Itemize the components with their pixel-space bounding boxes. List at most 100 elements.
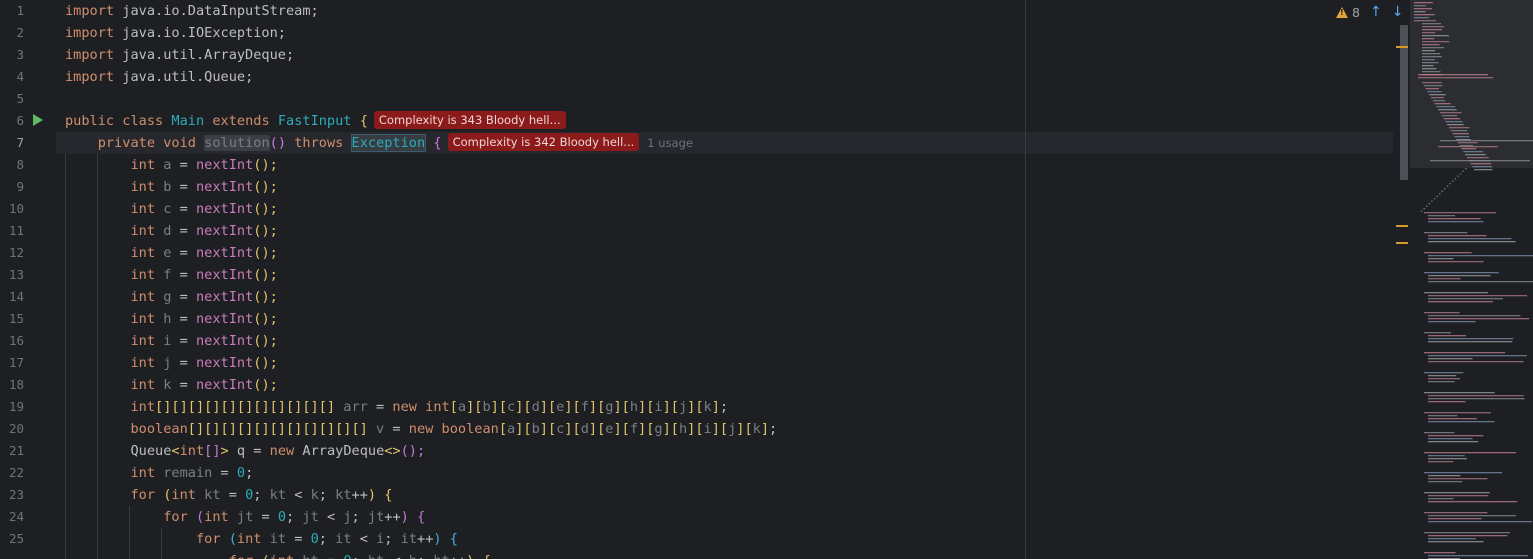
line-number-current: 7 [16, 135, 24, 150]
variable: h [409, 553, 417, 559]
index: d [531, 399, 540, 415]
operator: = [179, 245, 188, 261]
call-suffix: (); [253, 157, 278, 173]
code-area[interactable]: import java.io.DataInputStream; import j… [56, 0, 1393, 559]
type: int [236, 531, 262, 547]
keyword: for [195, 531, 221, 547]
code-line-22: int remain = 0; [56, 462, 1393, 484]
call-suffix: (); [253, 223, 278, 239]
variable: it [335, 531, 352, 547]
warning-stripe[interactable] [1396, 225, 1408, 227]
variable: h [163, 311, 172, 327]
operator: = [376, 399, 385, 415]
variable: q [236, 443, 246, 459]
variable: it [269, 531, 287, 547]
operator: = [179, 201, 188, 217]
inspections-widget[interactable]: 8 ↑ ↓ [1336, 4, 1403, 20]
paren: ) [400, 509, 409, 525]
line-number: 14 [8, 289, 24, 304]
method-call: nextInt [195, 355, 254, 371]
variable: j [343, 509, 352, 525]
keyword: import [65, 69, 115, 85]
operator: < [294, 487, 303, 503]
variable: kt [269, 487, 287, 503]
paren: ) [367, 487, 377, 503]
warning-count: 8 [1352, 4, 1360, 20]
keyword: for [163, 509, 188, 525]
code-line-24: for (int jt = 0; jt < j; jt++) { [56, 506, 1393, 528]
index: h [678, 421, 688, 437]
method-call: nextInt [195, 245, 254, 261]
semicolon: ; [417, 553, 425, 559]
variable: ht [433, 553, 449, 559]
code-line-10: int c = nextInt(); [56, 198, 1393, 220]
line-number: 1 [16, 3, 24, 18]
line-number: 12 [8, 245, 24, 260]
class-name: ArrayDeque [302, 443, 385, 459]
import-path: java.util.ArrayDeque [122, 47, 286, 63]
line-number: 22 [8, 465, 24, 480]
method-call: nextInt [195, 157, 254, 173]
index: i [703, 421, 712, 437]
code-minimap[interactable] [1410, 0, 1533, 559]
operator: = [179, 179, 188, 195]
type: int [130, 289, 156, 305]
type: int [130, 267, 156, 283]
variable: jt [302, 509, 319, 525]
semicolon: ; [285, 47, 295, 63]
usage-hint[interactable]: 1 usage [647, 136, 693, 150]
code-line-15: int h = nextInt(); [56, 308, 1393, 330]
run-gutter-icon[interactable] [33, 114, 43, 126]
method-call: nextInt [195, 223, 254, 239]
brace: { [384, 487, 393, 503]
line-number: 23 [8, 487, 24, 502]
line-number: 11 [8, 223, 24, 238]
operator: = [179, 157, 188, 173]
method-call: nextInt [195, 311, 254, 327]
index: g [654, 421, 663, 437]
import-path: java.util.Queue [122, 69, 246, 85]
line-number: 3 [16, 47, 24, 62]
class-name: Main [171, 113, 205, 129]
next-highlighted-error-icon[interactable]: ↓ [1392, 4, 1404, 20]
variable: k [310, 487, 319, 503]
complexity-badge[interactable]: Complexity is 342 Bloody hell... [447, 133, 640, 151]
generic-close: > [220, 443, 229, 459]
keyword: for [130, 487, 156, 503]
code-editor[interactable]: 1 2 3 4 5 6 7 8 9 10 11 12 13 14 15 16 1… [0, 0, 1533, 559]
semicolon: ; [769, 421, 778, 437]
vertical-scrollbar-thumb[interactable] [1400, 25, 1408, 180]
code-line-3: import java.util.ArrayDeque; [56, 44, 1393, 66]
method-name: solution [204, 135, 270, 151]
code-line-20: boolean[][][][][][][][][][][] v = new bo… [130, 421, 778, 437]
type: int [130, 245, 156, 261]
operator: = [179, 355, 188, 371]
variable: kt [204, 487, 221, 503]
exception-type: Exception [350, 134, 427, 152]
brace: { [417, 509, 426, 525]
variable: c [163, 201, 172, 217]
variable: k [163, 377, 172, 393]
variable: kt [335, 487, 352, 503]
previous-highlighted-error-icon[interactable]: ↑ [1370, 4, 1382, 20]
type: int [425, 399, 450, 415]
index: a [507, 421, 516, 437]
variable: e [163, 245, 172, 261]
variable: i [163, 333, 172, 349]
semicolon: ; [277, 25, 286, 41]
keyword: class [122, 113, 164, 129]
right-margin-guide [1025, 0, 1026, 559]
semicolon: ; [253, 487, 262, 503]
complexity-badge[interactable]: Complexity is 343 Bloody hell... [373, 111, 566, 129]
variable: d [163, 223, 172, 239]
semicolon: ; [719, 399, 729, 415]
line-number: 8 [16, 157, 24, 172]
array-dims: [] [204, 443, 221, 459]
keyword: import [65, 25, 115, 41]
line-number: 24 [8, 509, 24, 524]
index: d [580, 421, 589, 437]
warning-stripe[interactable] [1396, 46, 1408, 48]
line-number-gutter[interactable]: 1 2 3 4 5 6 7 8 9 10 11 12 13 14 15 16 1… [0, 0, 56, 559]
warning-stripe[interactable] [1396, 242, 1408, 244]
method-call: nextInt [195, 377, 254, 393]
